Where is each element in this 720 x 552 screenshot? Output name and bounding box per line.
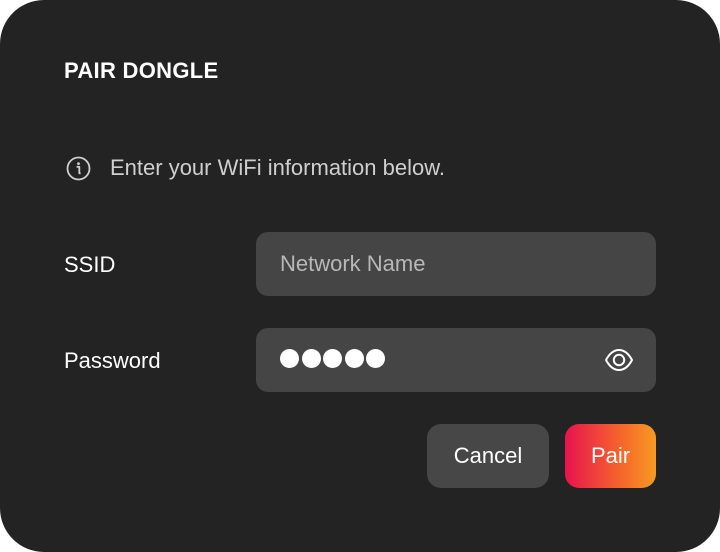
password-dot [366, 349, 385, 368]
ssid-field [256, 232, 656, 296]
password-dot [280, 349, 299, 368]
info-text: Enter your WiFi information below. [110, 155, 446, 180]
pair-dongle-dialog: PAIR DONGLE Enter your WiFi information … [0, 0, 720, 552]
info-circle-icon [66, 156, 91, 181]
password-dot [344, 349, 364, 368]
dialog-title: PAIR DONGLE [64, 58, 219, 83]
eye-icon[interactable] [604, 346, 634, 374]
info-message: Enter your WiFi information below. [66, 155, 445, 181]
ssid-input[interactable] [256, 232, 656, 296]
password-label: Password [64, 348, 161, 373]
pair-button[interactable]: Pair [565, 424, 656, 488]
password-dot [323, 349, 342, 368]
password-input[interactable] [256, 328, 656, 392]
password-dot [301, 349, 321, 368]
ssid-label: SSID [64, 252, 116, 277]
password-masked-value [280, 349, 388, 368]
cancel-button[interactable]: Cancel [427, 424, 549, 488]
